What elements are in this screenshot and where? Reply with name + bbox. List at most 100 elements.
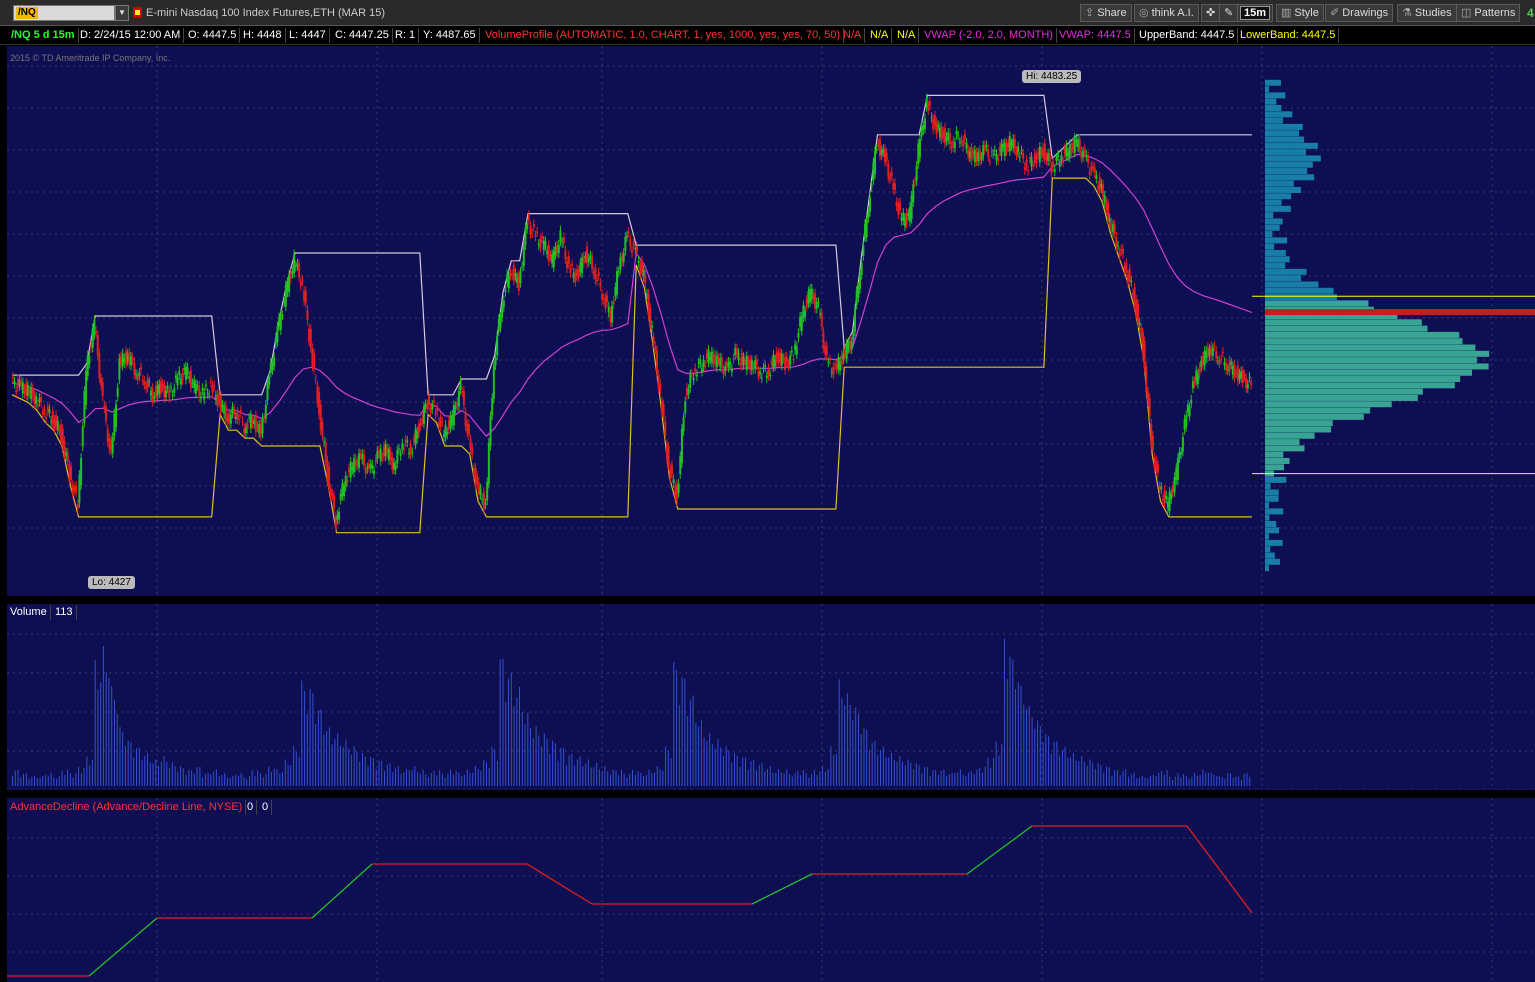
profile-bar <box>1265 388 1423 395</box>
volume-bar <box>193 773 195 786</box>
candle-body <box>208 394 211 396</box>
candle-body <box>820 312 823 327</box>
volume-bar <box>370 756 372 786</box>
candle-body <box>98 353 101 379</box>
profile-bar <box>1265 357 1477 364</box>
price-chart-svg <box>7 46 1535 596</box>
volume-bar <box>455 771 457 786</box>
style-button[interactable]: ▥ Style <box>1276 4 1324 22</box>
volume-bar <box>1128 776 1129 786</box>
candle-body <box>695 374 698 377</box>
drawing-tool-button[interactable]: ✜ <box>1201 4 1221 22</box>
candle-body <box>467 423 470 436</box>
volume-bar <box>45 775 47 786</box>
style-label: Style <box>1294 7 1319 19</box>
candle-body <box>1243 374 1246 377</box>
candle-body <box>557 244 560 254</box>
volume-bar <box>976 769 978 786</box>
share-button[interactable]: ⇪ Share <box>1080 4 1132 22</box>
volume-bar <box>91 760 93 786</box>
volume-bar <box>871 742 873 786</box>
volume-bar <box>284 759 286 786</box>
volume-bar <box>406 769 407 786</box>
candle-body <box>371 464 374 469</box>
candle-body <box>321 422 324 437</box>
volume-profile-study[interactable]: VolumeProfile (AUTOMATIC, 1.0, CHART, 1,… <box>482 28 845 43</box>
patterns-button[interactable]: ◫ Patterns <box>1456 4 1521 22</box>
volume-bar <box>384 771 385 786</box>
profile-bar <box>1265 502 1269 509</box>
vwap-study[interactable]: VWAP (-2.0, 2.0, MONTH) <box>921 28 1057 43</box>
candle-body <box>1073 137 1076 153</box>
volume-bar <box>353 746 355 786</box>
volume-bar <box>1246 772 1248 786</box>
candle-body <box>1118 251 1121 257</box>
candle-body <box>101 382 104 397</box>
candle-body <box>862 245 865 256</box>
candle-body <box>521 266 524 268</box>
profile-bar <box>1265 445 1305 452</box>
candle-body <box>1170 493 1173 500</box>
candle-body <box>1025 159 1028 166</box>
ad-label: AdvanceDecline (Advance/Decline Line, NY… <box>7 800 247 815</box>
price-pane[interactable] <box>7 46 1535 596</box>
volume-bar <box>279 773 281 786</box>
candle-body <box>309 328 312 348</box>
settings-tool-button[interactable]: ✎ <box>1219 4 1239 22</box>
volume-bar <box>957 772 959 786</box>
candle-body <box>266 383 269 401</box>
profile-bar <box>1265 539 1283 546</box>
volume-bar <box>687 716 689 786</box>
symbol-dropdown-button[interactable]: ▼ <box>115 5 129 21</box>
vwap-value: VWAP: 4447.5 <box>1056 28 1135 43</box>
studies-button[interactable]: ⚗ Studies <box>1397 4 1457 22</box>
volume-bar <box>419 773 421 786</box>
profile-bar <box>1265 483 1271 490</box>
profile-bar <box>1265 413 1364 420</box>
chart-label[interactable]: /NQ 5 d 15m <box>8 28 79 43</box>
profile-bar <box>1265 231 1273 238</box>
volume-pane[interactable] <box>7 604 1535 790</box>
candle-body <box>692 378 695 381</box>
profile-bar <box>1265 476 1287 483</box>
volume-bar <box>1163 774 1165 786</box>
volume-bar <box>813 769 815 786</box>
candle-body <box>1023 167 1026 171</box>
drawings-button[interactable]: ✐ Drawings <box>1325 4 1394 22</box>
volume-bar <box>995 741 997 786</box>
volume-bar <box>560 747 562 786</box>
volume-bar <box>882 746 884 786</box>
timeframe-button[interactable]: 15m <box>1237 4 1274 22</box>
flag-icon[interactable] <box>133 7 142 18</box>
volume-bar <box>648 769 650 786</box>
volume-bar <box>1213 774 1215 786</box>
candle-body <box>11 376 14 378</box>
volume-bar <box>1177 773 1179 786</box>
profile-bar <box>1265 294 1337 301</box>
volume-bar <box>315 724 317 786</box>
think-ai-button[interactable]: ◎ think A.I. <box>1134 4 1199 22</box>
volume-bar <box>794 772 796 786</box>
volume-bar <box>626 777 628 786</box>
candle-body <box>1230 362 1233 365</box>
candle-body <box>454 406 457 409</box>
volume-bar <box>863 728 865 786</box>
volume-bar <box>645 774 647 786</box>
candle-body <box>597 272 600 277</box>
candle-body <box>704 364 707 368</box>
candle-body <box>512 265 515 281</box>
volume-bar <box>659 769 661 786</box>
candle-body <box>1221 351 1224 354</box>
volume-bar <box>789 774 791 786</box>
symbol-input[interactable]: /NQ <box>13 5 115 21</box>
candle-body <box>358 453 361 468</box>
volume-bar <box>1056 741 1058 786</box>
candle-body <box>206 392 209 394</box>
volume-bar <box>1227 773 1229 786</box>
profile-bar <box>1265 489 1279 496</box>
volume-bar <box>328 727 330 786</box>
candle-body <box>874 151 877 175</box>
advance-decline-pane[interactable] <box>7 798 1535 982</box>
volume-bar <box>375 769 377 786</box>
volume-bar <box>50 772 52 786</box>
